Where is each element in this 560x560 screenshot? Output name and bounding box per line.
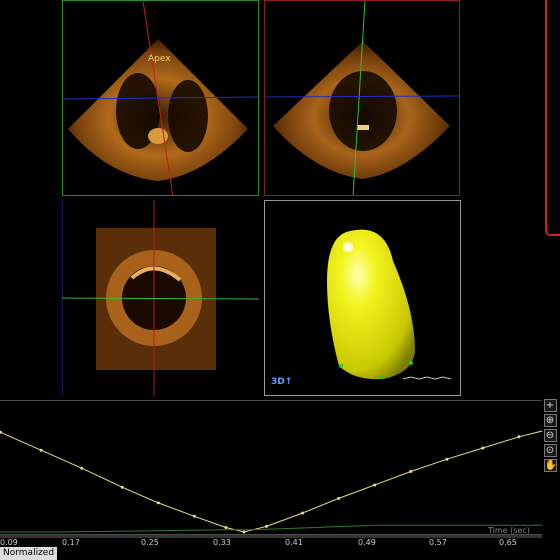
volume-data-point <box>120 485 124 489</box>
x-axis-title: Time (sec) <box>488 526 530 535</box>
apex-label: Apex <box>148 54 171 64</box>
apical-4-chamber-view[interactable]: Apex <box>62 0 259 196</box>
echo-short-axis-image <box>62 200 259 396</box>
echo-sector-image <box>63 1 258 195</box>
graph-scrollbar[interactable] <box>0 535 542 538</box>
volume-data-point <box>265 524 268 528</box>
volume-data-point <box>39 448 43 452</box>
x-tick-label: 0.25 <box>141 538 159 547</box>
normalized-toggle[interactable]: Normalized <box>0 547 58 560</box>
volume-data-point <box>224 526 228 529</box>
echo-sector-image <box>265 1 459 195</box>
volume-data-point <box>242 530 246 534</box>
render-mode-label: 3D↑ <box>271 377 293 387</box>
short-axis-view[interactable] <box>62 200 259 396</box>
volume-data-point <box>80 466 84 470</box>
hand-icon[interactable]: ✋ <box>543 459 557 472</box>
volume-data-point <box>156 501 160 505</box>
volume-data-point <box>337 496 341 500</box>
apical-2-chamber-view[interactable] <box>264 0 460 196</box>
zoom-reset-icon[interactable]: ⊙ <box>543 444 557 457</box>
volume-time-graph[interactable] <box>0 400 542 538</box>
lv-volume-model <box>327 229 452 380</box>
volume-data-point <box>192 514 196 518</box>
x-tick-label: 0.09 <box>0 538 18 547</box>
secondary-curve <box>0 524 542 533</box>
x-tick-label: 0.57 <box>429 538 447 547</box>
x-tick-label: 0.17 <box>62 538 80 547</box>
x-tick-label: 0.49 <box>358 538 376 547</box>
volume-curve <box>0 430 542 533</box>
x-tick-label: 0.65 <box>499 538 517 547</box>
x-tick-label: 0.33 <box>213 538 231 547</box>
plus-icon[interactable]: + <box>543 399 557 412</box>
volume-data-point <box>301 511 305 515</box>
zoom-in-icon[interactable]: ⊕ <box>543 414 557 427</box>
x-tick-label: 0.41 <box>285 538 303 547</box>
volume-data-point <box>409 470 413 473</box>
3d-lv-volume-view[interactable]: 3D↑ <box>264 200 461 396</box>
volume-data-point <box>481 446 485 450</box>
volume-data-point <box>373 483 377 487</box>
graph-toolbar: + ⊕ ⊖ ⊙ ✋ <box>542 398 558 473</box>
volume-data-point <box>517 435 521 439</box>
volume-data-point <box>445 457 449 461</box>
side-panel-bracket <box>545 0 560 236</box>
zoom-out-icon[interactable]: ⊖ <box>543 429 557 442</box>
